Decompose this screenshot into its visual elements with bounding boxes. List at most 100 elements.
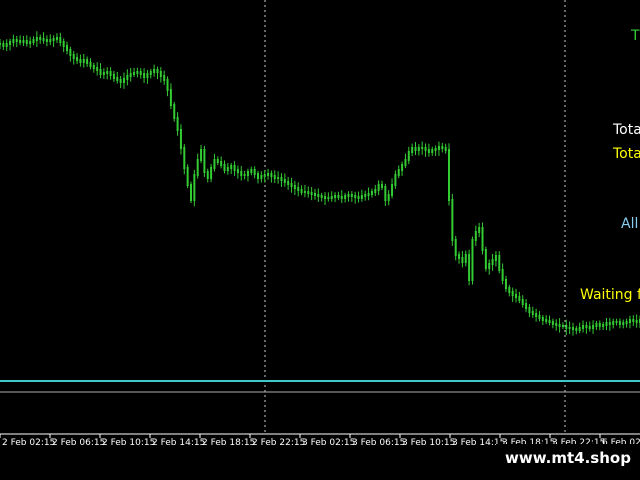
price-bar-body: [246, 171, 249, 176]
price-bar-body: [126, 75, 129, 80]
price-bar-body: [79, 59, 82, 63]
price-bar-body: [146, 73, 149, 78]
price-bar-body: [464, 254, 467, 263]
price-bar-body: [25, 40, 28, 44]
price-bar-body: [189, 184, 192, 201]
price-bar-body: [49, 39, 52, 42]
price-bar-body: [263, 174, 266, 177]
price-bar-body: [243, 174, 246, 176]
price-bar-body: [360, 195, 363, 199]
price-bar-body: [283, 179, 286, 183]
price-bar-body: [206, 171, 209, 179]
price-bar-body: [76, 57, 79, 61]
price-bar-body: [461, 257, 464, 263]
price-bar-body: [407, 151, 410, 161]
price-bar-body: [471, 239, 474, 281]
price-bar-body: [350, 194, 353, 197]
price-bar-body: [434, 148, 437, 151]
price-bar-body: [122, 78, 125, 83]
price-bar-body: [59, 37, 62, 43]
x-tick-label: 3 Feb 10:15: [402, 438, 455, 448]
price-bar-body: [344, 195, 347, 199]
overlay-line-5: Waiting f: [580, 287, 640, 303]
price-bar-body: [32, 39, 35, 43]
price-bar-body: [494, 255, 497, 261]
watermark-text: www.mt4.shop: [496, 444, 640, 472]
price-bar-body: [491, 259, 494, 265]
price-bar-body: [468, 254, 471, 281]
price-bar-body: [582, 325, 585, 329]
price-bar-body: [186, 167, 189, 186]
price-bar-body: [96, 67, 99, 71]
price-bar-body: [55, 37, 58, 40]
price-bar-body: [501, 269, 504, 281]
price-bar-body: [417, 147, 420, 151]
price-bar-body: [508, 287, 511, 293]
price-bar-body: [421, 147, 424, 149]
price-chart-window[interactable]: 2 Feb 02:15 2 Feb 06:15 2 Feb 10:15 2 Feb 1…: [0, 0, 640, 480]
price-bar-body: [612, 321, 615, 325]
price-bar-body: [133, 72, 136, 75]
price-bar-body: [488, 263, 491, 269]
price-bar-body: [605, 322, 608, 326]
price-bar-body: [62, 41, 65, 47]
price-bar-body: [622, 322, 625, 325]
price-bar-body: [220, 161, 223, 166]
price-bar-body: [303, 191, 306, 193]
price-bar-body: [535, 313, 538, 317]
price-bar-body: [226, 167, 229, 171]
price-bar-body: [555, 323, 558, 326]
price-bar-body: [548, 320, 551, 323]
price-bar-body: [0, 43, 1, 45]
price-bar-body: [588, 326, 591, 329]
price-bar-body: [149, 71, 152, 75]
price-bar-body: [340, 196, 343, 199]
price-bar-body: [22, 40, 25, 43]
price-bar-body: [106, 71, 109, 74]
x-tick-label: 2 Feb 06:15: [52, 438, 105, 448]
x-tick-label: 3 Feb 02:15: [302, 438, 355, 448]
price-bar-body: [176, 117, 179, 131]
overlay-line-2: Tota: [613, 122, 640, 138]
price-bar-body: [337, 195, 340, 198]
price-bar-body: [397, 169, 400, 176]
price-bar-body: [595, 323, 598, 327]
price-bar-body: [15, 39, 18, 42]
price-bar-body: [334, 195, 337, 198]
price-bar-body: [45, 39, 48, 42]
price-bar-body: [2, 43, 5, 47]
price-bar-body: [39, 37, 42, 40]
price-bar-body: [615, 321, 618, 323]
price-bar-body: [99, 69, 102, 75]
price-bar-body: [203, 149, 206, 173]
price-bar-body: [384, 186, 387, 201]
price-chart[interactable]: 2 Feb 02:152 Feb 06:152 Feb 10:152 Feb 1…: [0, 0, 640, 480]
price-bars: [0, 31, 640, 336]
price-bar-body: [119, 79, 122, 83]
price-bar-body: [12, 39, 15, 43]
price-bar-body: [156, 69, 159, 73]
price-bar-body: [267, 173, 270, 176]
price-bar-body: [293, 185, 296, 189]
price-bar-body: [29, 41, 32, 44]
price-bar-body: [541, 317, 544, 321]
price-bar-body: [236, 169, 239, 173]
price-bar-body: [538, 315, 541, 319]
price-bar-body: [277, 177, 280, 179]
price-bar-body: [297, 187, 300, 191]
price-bar-body: [558, 324, 561, 327]
price-bar-body: [310, 192, 313, 195]
price-bar-body: [441, 146, 444, 149]
price-bar-body: [240, 171, 243, 176]
price-bar-body: [370, 191, 373, 195]
price-bar-body: [66, 45, 69, 51]
price-bar-body: [367, 193, 370, 196]
price-bar-body: [427, 149, 430, 153]
price-bar-body: [163, 75, 166, 81]
price-bar-body: [89, 62, 92, 67]
price-bar-body: [82, 59, 85, 63]
x-tick-label: 3 Feb 06:15: [352, 438, 405, 448]
price-bar-body: [628, 319, 631, 323]
price-bar-body: [525, 303, 528, 309]
price-bar-body: [169, 89, 172, 106]
